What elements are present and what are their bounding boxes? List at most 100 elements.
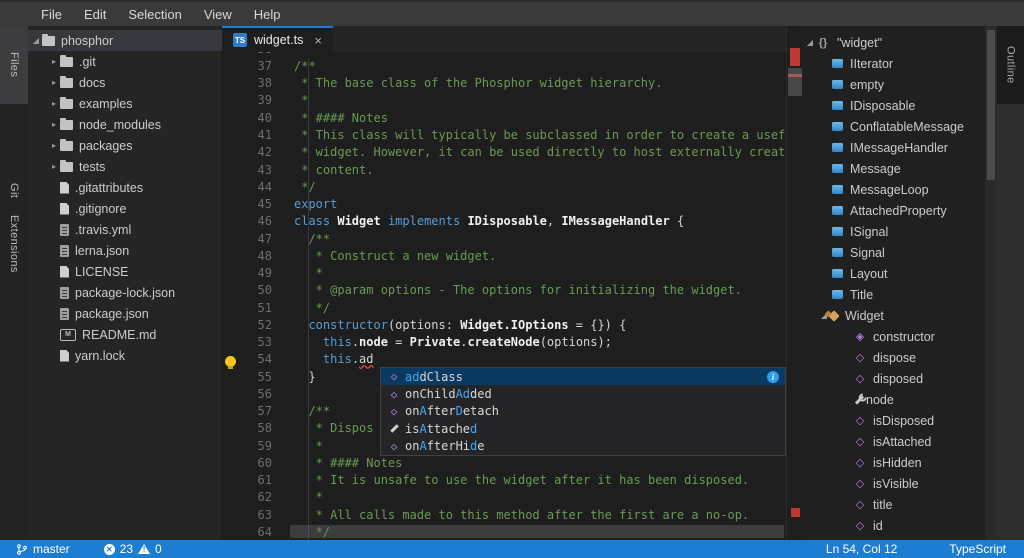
outline-item-messageloop[interactable]: MessageLoop bbox=[802, 179, 985, 200]
code-line-45[interactable]: 45export bbox=[222, 196, 786, 213]
scrollbar-thumb[interactable] bbox=[788, 68, 802, 96]
outline-item-message[interactable]: Message bbox=[802, 158, 985, 179]
menu-edit[interactable]: Edit bbox=[73, 7, 117, 22]
code-line-41[interactable]: 41 * This class will typically be subcla… bbox=[222, 127, 786, 144]
code-text: /** bbox=[294, 58, 316, 75]
outline-item-conflatablemessage[interactable]: ConflatableMessage bbox=[802, 116, 985, 137]
tree-item-git[interactable]: ▸.git bbox=[28, 51, 222, 72]
outline-item-label: IIterator bbox=[850, 57, 893, 71]
code-line-48[interactable]: 48 * Construct a new widget. bbox=[222, 248, 786, 265]
editor[interactable]: 3637/**38 * The base class of the Phosph… bbox=[222, 26, 786, 540]
code-line-40[interactable]: 40 * #### Notes bbox=[222, 110, 786, 127]
tree-item-docs[interactable]: ▸docs bbox=[28, 72, 222, 93]
tree-item-yarn-lock[interactable]: yarn.lock bbox=[28, 345, 222, 366]
menu-help[interactable]: Help bbox=[243, 7, 292, 22]
tab-widget-ts[interactable]: TS widget.ts × bbox=[222, 26, 333, 52]
code-line-42[interactable]: 42 * widget. However, it can be used dir… bbox=[222, 144, 786, 161]
suggest-item-isattached[interactable]: isAttached bbox=[381, 420, 785, 437]
tree-item-package-json[interactable]: package.json bbox=[28, 303, 222, 324]
code-line-47[interactable]: 47 /** bbox=[222, 231, 786, 248]
code-line-49[interactable]: 49 * bbox=[222, 265, 786, 282]
language-mode[interactable]: TypeScript bbox=[941, 540, 1014, 558]
activity-tab-files[interactable]: Files bbox=[0, 26, 28, 104]
outline-item-disposed[interactable]: ◇disposed bbox=[802, 368, 985, 389]
outline-item-empty[interactable]: empty bbox=[802, 74, 985, 95]
outline-scrollbar-thumb[interactable] bbox=[987, 30, 995, 180]
code-line-38[interactable]: 38 * The base class of the Phosphor widg… bbox=[222, 75, 786, 92]
outline-item-widget[interactable]: ◢{}"widget" bbox=[802, 32, 985, 53]
menu-file[interactable]: File bbox=[30, 7, 73, 22]
outline-item-signal[interactable]: Signal bbox=[802, 242, 985, 263]
outline-item-node[interactable]: node bbox=[802, 389, 985, 410]
code-line-61[interactable]: 61 * It is unsafe to use the widget afte… bbox=[222, 472, 786, 489]
outline-item-attachedproperty[interactable]: AttachedProperty bbox=[802, 200, 985, 221]
tree-item-node-modules[interactable]: ▸node_modules bbox=[28, 114, 222, 135]
code-line-37[interactable]: 37/** bbox=[222, 58, 786, 75]
code-line-46[interactable]: 46class Widget implements IDisposable, I… bbox=[222, 213, 786, 230]
tree-item-travis-yml[interactable]: .travis.yml bbox=[28, 219, 222, 240]
code-token: Private bbox=[410, 335, 461, 349]
code-text: * bbox=[294, 265, 323, 282]
tree-item-package-lock-json[interactable]: package-lock.json bbox=[28, 282, 222, 303]
code-text: * It is unsafe to use the widget after i… bbox=[294, 472, 749, 489]
outline-item-iiterator[interactable]: IIterator bbox=[802, 53, 985, 74]
outline-item-title[interactable]: ◇title bbox=[802, 494, 985, 515]
menu-view[interactable]: View bbox=[193, 7, 243, 22]
tree-item-examples[interactable]: ▸examples bbox=[28, 93, 222, 114]
tree-item-lerna-json[interactable]: lerna.json bbox=[28, 240, 222, 261]
outline-item-ishidden[interactable]: ◇isHidden bbox=[802, 452, 985, 473]
suggest-item-onchildadded[interactable]: ◇onChildAdded bbox=[381, 385, 785, 402]
outline-item-label: node bbox=[866, 393, 894, 407]
outline-item-isvisible[interactable]: ◇isVisible bbox=[802, 473, 985, 494]
tree-item-gitattributes[interactable]: .gitattributes bbox=[28, 177, 222, 198]
horizontal-scrollbar[interactable] bbox=[290, 525, 784, 538]
info-icon[interactable]: i bbox=[767, 371, 779, 383]
outline-item-isdisposed[interactable]: ◇isDisposed bbox=[802, 410, 985, 431]
outline-item-imessagehandler[interactable]: IMessageHandler bbox=[802, 137, 985, 158]
tree-item-phosphor[interactable]: ◢phosphor bbox=[28, 30, 222, 51]
tree-item-tests[interactable]: ▸tests bbox=[28, 156, 222, 177]
tree-item-gitignore[interactable]: .gitignore bbox=[28, 198, 222, 219]
outline-item-idisposable[interactable]: IDisposable bbox=[802, 95, 985, 116]
outline-tab[interactable]: Outline bbox=[997, 26, 1024, 104]
cursor-position[interactable]: Ln 54, Col 12 bbox=[818, 540, 905, 558]
outline-item-title[interactable]: Title bbox=[802, 284, 985, 305]
code-line-63[interactable]: 63 * All calls made to this method after… bbox=[222, 507, 786, 524]
menu-selection[interactable]: Selection bbox=[117, 7, 192, 22]
outline-item-id[interactable]: ◇id bbox=[802, 515, 985, 536]
outline-scrollbar[interactable] bbox=[985, 26, 997, 540]
line-number: 46 bbox=[222, 213, 272, 230]
code-line-43[interactable]: 43 * content. bbox=[222, 162, 786, 179]
suggest-item-addclass[interactable]: ◇addClassi bbox=[381, 368, 785, 385]
code-line-62[interactable]: 62 * bbox=[222, 489, 786, 506]
outline-item-dispose[interactable]: ◇dispose bbox=[802, 347, 985, 368]
outline-item-isignal[interactable]: ISignal bbox=[802, 221, 985, 242]
activity-tab-extensions[interactable]: Extensions bbox=[0, 204, 28, 284]
code-line-51[interactable]: 51 */ bbox=[222, 300, 786, 317]
outline-item-isattached[interactable]: ◇isAttached bbox=[802, 431, 985, 452]
suggest-item-onafterhide[interactable]: ◇onAfterHide bbox=[381, 438, 785, 455]
code-line-53[interactable]: 53 this.node = Private.createNode(option… bbox=[222, 334, 786, 351]
suggest-item-onafterdetach[interactable]: ◇onAfterDetach bbox=[381, 403, 785, 420]
tree-item-readme-md[interactable]: MREADME.md bbox=[28, 324, 222, 345]
code-line-60[interactable]: 60 * #### Notes bbox=[222, 455, 786, 472]
code-line-50[interactable]: 50 * @param options - The options for in… bbox=[222, 282, 786, 299]
tab-close-icon[interactable]: × bbox=[314, 33, 322, 48]
overview-ruler[interactable] bbox=[786, 26, 802, 540]
code-token: . bbox=[352, 335, 359, 349]
code-text: this.ad bbox=[294, 351, 374, 368]
tree-item-packages[interactable]: ▸packages bbox=[28, 135, 222, 156]
interface-icon bbox=[832, 185, 843, 194]
tree-item-license[interactable]: LICENSE bbox=[28, 261, 222, 282]
code-line-52[interactable]: 52 constructor(options: Widget.IOptions … bbox=[222, 317, 786, 334]
outline-item-layout[interactable]: Layout bbox=[802, 263, 985, 284]
lightbulb-icon[interactable] bbox=[225, 356, 236, 367]
code-line-39[interactable]: 39 * bbox=[222, 92, 786, 109]
file-icon bbox=[60, 308, 69, 320]
code-line-44[interactable]: 44 */ bbox=[222, 179, 786, 196]
activity-tab-git[interactable]: Git bbox=[0, 174, 28, 208]
outline-item-constructor[interactable]: ◈constructor bbox=[802, 326, 985, 347]
git-branch-indicator[interactable]: master bbox=[8, 540, 78, 558]
outline-item-widget[interactable]: ◢Widget bbox=[802, 305, 985, 326]
problems-indicator[interactable]: ✕ 23 ! 0 bbox=[96, 540, 170, 558]
